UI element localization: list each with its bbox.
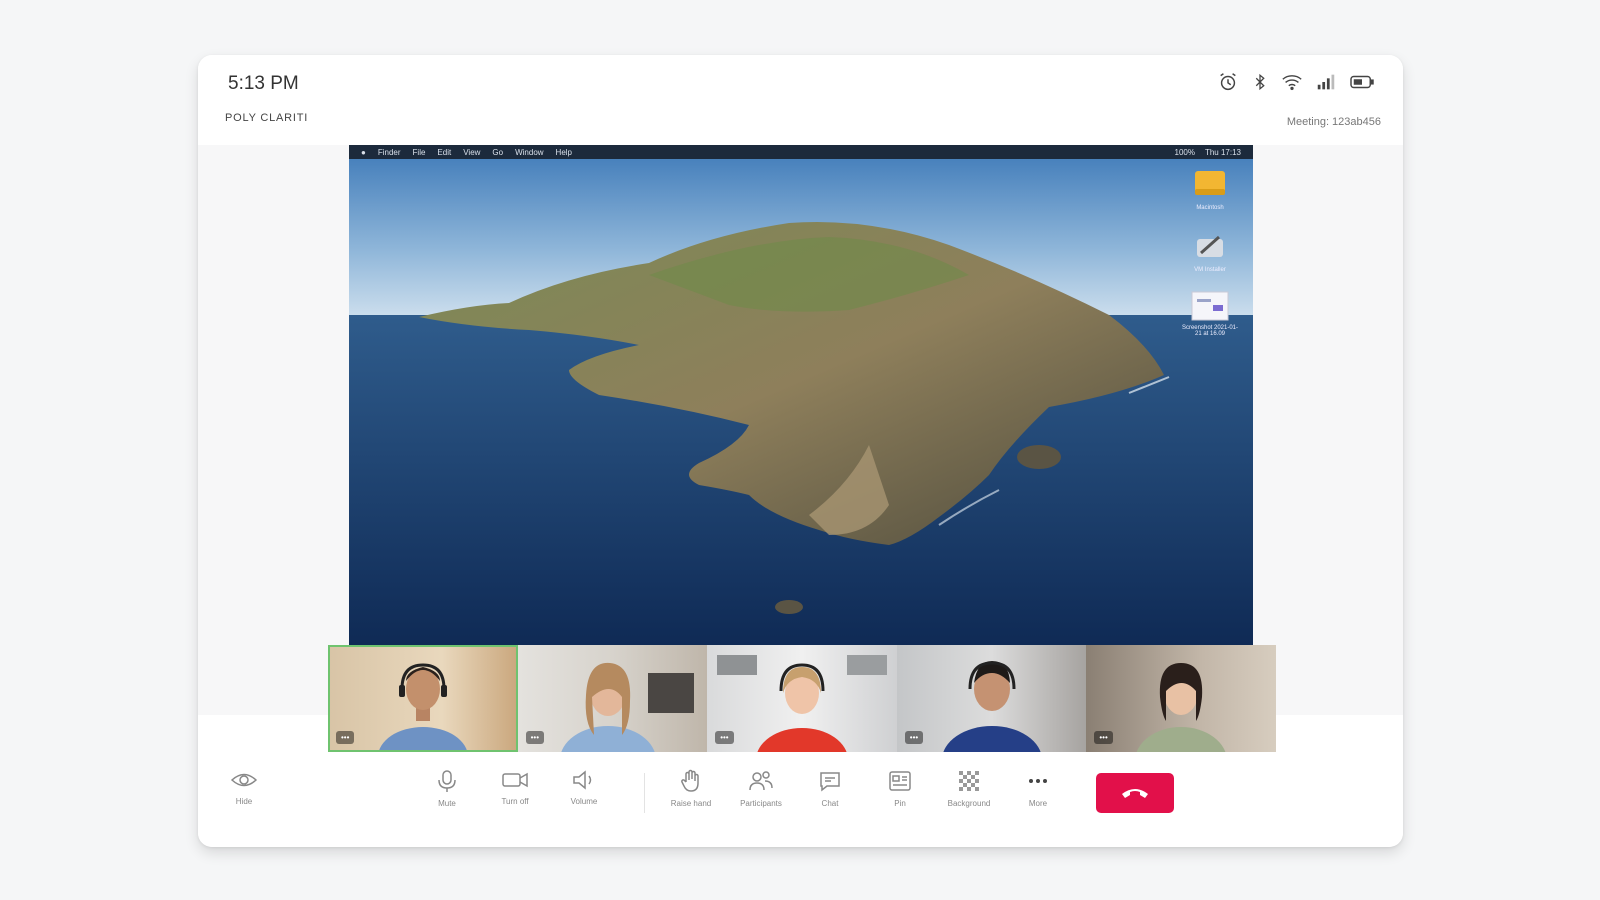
meeting-id: Meeting: 123ab456: [1286, 116, 1381, 128]
participants-icon: [749, 771, 773, 791]
desktop-icon-label: VM Installer: [1194, 267, 1226, 273]
more-dots-icon: [1029, 779, 1047, 783]
mac-menu-file: File: [412, 147, 426, 157]
more-label: More: [1028, 799, 1048, 808]
desktop-icon-screenshot: Screenshot 2021-01-21 at 16.09: [1181, 291, 1239, 337]
mac-menu-finder: Finder: [377, 147, 401, 157]
participant-tile[interactable]: •••: [707, 645, 897, 752]
participant-tile[interactable]: •••: [517, 645, 708, 752]
participant-tile[interactable]: •••: [896, 645, 1087, 752]
chat-label: Chat: [821, 799, 839, 808]
participant-tag: •••: [1094, 731, 1113, 744]
mute-button[interactable]: Mute: [417, 769, 477, 808]
alarm-icon: [1217, 71, 1239, 93]
hand-icon: [681, 769, 699, 792]
hang-up-icon: [1122, 789, 1148, 798]
participant-tile[interactable]: •••: [1086, 645, 1276, 752]
eye-icon: [230, 773, 258, 787]
volume-label: Volume: [570, 797, 598, 806]
participant-tile[interactable]: •••: [328, 645, 518, 752]
desktop-icon-label: Screenshot 2021-01-21 at 16.09: [1181, 325, 1239, 337]
camera-label: Turn off: [501, 797, 529, 806]
desktop-icon-installer: VM Installer: [1181, 229, 1239, 273]
shared-screen: ● Finder File Edit View Go Window Help 1…: [349, 145, 1253, 645]
mac-menu-help: Help: [555, 147, 572, 157]
pin-icon: [889, 771, 911, 791]
mac-menu-go: Go: [492, 147, 504, 157]
desktop-wallpaper: [349, 145, 1253, 645]
desktop-icons: Macintosh VM Installer Screenshot 2021-0…: [1181, 167, 1239, 337]
mac-menu-view: View: [463, 147, 481, 157]
wifi-icon: [1281, 71, 1303, 93]
background-button[interactable]: Background: [939, 769, 999, 808]
status-icons: [1217, 71, 1375, 93]
bluetooth-icon: [1251, 71, 1269, 93]
participant-video: [717, 655, 888, 752]
chat-icon: [820, 772, 840, 792]
call-controls: Hide Mute Turn off Volume Raise hand Par…: [198, 755, 1403, 847]
participant-tag: •••: [715, 731, 734, 744]
mute-label: Mute: [438, 799, 456, 808]
participant-tag: •••: [904, 731, 924, 744]
raise-hand-label: Raise hand: [670, 799, 712, 808]
drive-icon: [1195, 171, 1225, 195]
pin-label: Pin: [894, 799, 906, 808]
microphone-icon: [438, 770, 456, 792]
end-call-button[interactable]: [1096, 773, 1174, 813]
meeting-stage: ● Finder File Edit View Go Window Help 1…: [198, 145, 1403, 752]
more-button[interactable]: More: [1008, 769, 1068, 808]
hide-button[interactable]: Hide: [214, 769, 274, 806]
mac-menu-edit: Edit: [437, 147, 452, 157]
participant-video: [378, 663, 468, 752]
hide-label: Hide: [235, 797, 253, 806]
background-label: Background: [947, 799, 991, 808]
desktop-icon-drive: Macintosh: [1181, 167, 1239, 211]
participant-video: [1137, 663, 1226, 752]
mac-menubar-status: 100% Thu 17:13: [1175, 148, 1254, 157]
poly-device-screen: 5:13 PM POLY CLARITI Meeting: 123ab456 ●…: [198, 55, 1403, 847]
background-grid-icon: [959, 771, 979, 791]
mac-clock: Thu 17:13: [1204, 147, 1241, 157]
brand-label: POLY CLARITI: [225, 112, 309, 124]
speaker-icon: [573, 770, 592, 790]
clock: 5:13 PM: [228, 73, 299, 94]
camera-button[interactable]: Turn off: [485, 769, 545, 806]
pin-button[interactable]: Pin: [870, 769, 930, 808]
mac-menubar: ● Finder File Edit View Go Window Help 1…: [349, 145, 1253, 159]
chat-button[interactable]: Chat: [800, 769, 860, 808]
participants-label: Participants: [740, 799, 782, 808]
participant-tag: •••: [336, 731, 355, 744]
volume-button[interactable]: Volume: [554, 769, 614, 806]
mac-menu-window: Window: [515, 147, 544, 157]
participants-button[interactable]: Participants: [731, 769, 791, 808]
participant-filmstrip: ••• ••• ••• ••• •••: [328, 645, 1276, 752]
apple-icon: ●: [361, 147, 366, 157]
raise-hand-button[interactable]: Raise hand: [661, 769, 721, 808]
controls-divider: [644, 773, 645, 813]
battery-icon: [1349, 71, 1375, 93]
mac-battery-text: 100%: [1174, 147, 1195, 157]
cell-signal-icon: [1315, 71, 1337, 93]
status-bar: 5:13 PM POLY CLARITI Meeting: 123ab456: [198, 55, 1403, 145]
participant-tag: •••: [525, 731, 544, 744]
camera-icon: [502, 772, 528, 788]
participant-video: [943, 661, 1041, 752]
participant-video: [560, 662, 694, 752]
desktop-icon-label: Macintosh: [1196, 205, 1224, 211]
screenshot-file-icon: [1191, 291, 1229, 321]
installer-icon: [1197, 235, 1223, 257]
